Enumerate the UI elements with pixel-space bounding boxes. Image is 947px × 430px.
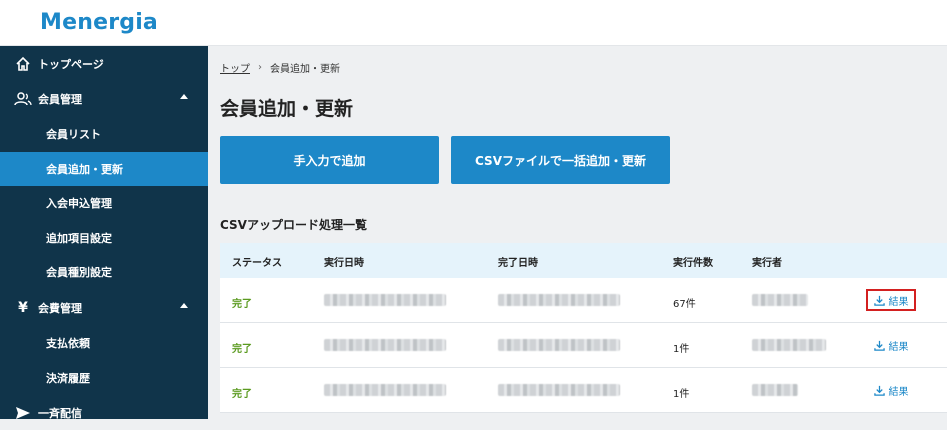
count-value: 1件 (673, 344, 690, 355)
sidebar-item-payment-history[interactable]: 決済履歴 (0, 361, 208, 395)
download-icon (873, 340, 885, 351)
sidebar-item-extra-fields[interactable]: 追加項目設定 (0, 221, 208, 255)
column-header-executor: 実行者 (752, 258, 782, 269)
redacted-executed-at (324, 294, 446, 306)
redacted-completed-at (498, 294, 620, 306)
count-value: 1件 (673, 389, 690, 400)
count-value: 67件 (673, 299, 696, 310)
manual-add-button[interactable]: 手入力で追加 (220, 136, 439, 184)
result-link-label: 結果 (888, 341, 909, 353)
sidebar-item-label: 入会申込管理 (46, 197, 112, 210)
users-icon (14, 90, 32, 108)
result-download-link[interactable]: 結果 (866, 289, 916, 311)
redacted-executor (752, 339, 826, 351)
redacted-executed-at (324, 339, 446, 351)
sidebar-item-label: トップページ (38, 58, 104, 71)
table-row: 完了 1件 結果 (220, 323, 947, 368)
sidebar-item-broadcast[interactable]: 一斉配信 (0, 396, 208, 430)
status-badge: 完了 (232, 299, 252, 310)
main-content: トップ › 会員追加・更新 会員追加・更新 手入力で追加 CSVファイルで一括追… (208, 46, 947, 419)
home-icon (14, 55, 32, 73)
redacted-executor (752, 294, 808, 306)
column-header-status: ステータス (232, 258, 282, 269)
breadcrumb-home-link[interactable]: トップ (220, 60, 250, 75)
sidebar-item-label: 会員種別設定 (46, 266, 112, 279)
download-icon (873, 295, 885, 306)
sidebar-item-member-list[interactable]: 会員リスト (0, 117, 208, 151)
sidebar: トップページ 会員管理 会員リスト 会員追加・更新 入会申込管理 追加項目設定 … (0, 46, 208, 420)
table-row: 完了 67件 結果 (220, 278, 947, 323)
status-badge: 完了 (232, 389, 252, 400)
app-header: Menergia (0, 0, 947, 46)
result-link-label: 結果 (888, 386, 909, 398)
chevron-up-icon (180, 303, 188, 308)
sidebar-item-label: 支払依頼 (46, 337, 90, 350)
app-logo[interactable]: Menergia (40, 10, 158, 35)
sidebar-item-label: 決済履歴 (46, 372, 90, 385)
status-badge: 完了 (232, 344, 252, 355)
result-link-label: 結果 (888, 296, 909, 308)
sidebar-item-top-page[interactable]: トップページ (0, 47, 208, 81)
send-icon (14, 404, 32, 422)
chevron-up-icon (180, 94, 188, 99)
csv-upload-table: ステータス 実行日時 完了日時 実行件数 実行者 完了 67件 結果 完了 1件 (220, 243, 947, 413)
csv-bulk-add-button[interactable]: CSVファイルで一括追加・更新 (451, 136, 670, 184)
download-icon (873, 385, 885, 396)
breadcrumb-current: 会員追加・更新 (270, 64, 340, 75)
sidebar-item-member-types[interactable]: 会員種別設定 (0, 255, 208, 289)
redacted-executed-at (324, 384, 446, 396)
sidebar-item-member-add-update[interactable]: 会員追加・更新 (0, 152, 208, 186)
sidebar-item-label: 会員リスト (46, 128, 101, 141)
column-header-count: 実行件数 (673, 258, 713, 269)
breadcrumb-separator: › (258, 62, 262, 73)
column-header-executed-at: 実行日時 (324, 258, 364, 269)
sidebar-item-fee-management[interactable]: ¥ 会費管理 (0, 291, 208, 325)
csv-upload-section-title: CSVアップロード処理一覧 (220, 218, 367, 232)
sidebar-item-label: 追加項目設定 (46, 232, 112, 245)
yen-icon: ¥ (18, 300, 28, 316)
result-download-link[interactable]: 結果 (866, 379, 916, 401)
page-title: 会員追加・更新 (220, 98, 354, 120)
table-header: ステータス 実行日時 完了日時 実行件数 実行者 (220, 243, 947, 278)
table-row: 完了 1件 結果 (220, 368, 947, 413)
redacted-completed-at (498, 339, 620, 351)
sidebar-item-member-management[interactable]: 会員管理 (0, 82, 208, 116)
sidebar-item-label: 会費管理 (38, 302, 82, 315)
result-download-link[interactable]: 結果 (866, 334, 916, 356)
sidebar-item-label: 会員管理 (38, 93, 82, 106)
sidebar-item-application-management[interactable]: 入会申込管理 (0, 186, 208, 220)
redacted-executor (752, 384, 798, 396)
sidebar-item-payment-request[interactable]: 支払依頼 (0, 326, 208, 360)
redacted-completed-at (498, 384, 620, 396)
sidebar-item-label: 会員追加・更新 (46, 163, 123, 176)
breadcrumb: トップ › 会員追加・更新 (220, 60, 340, 75)
column-header-completed-at: 完了日時 (498, 258, 538, 269)
